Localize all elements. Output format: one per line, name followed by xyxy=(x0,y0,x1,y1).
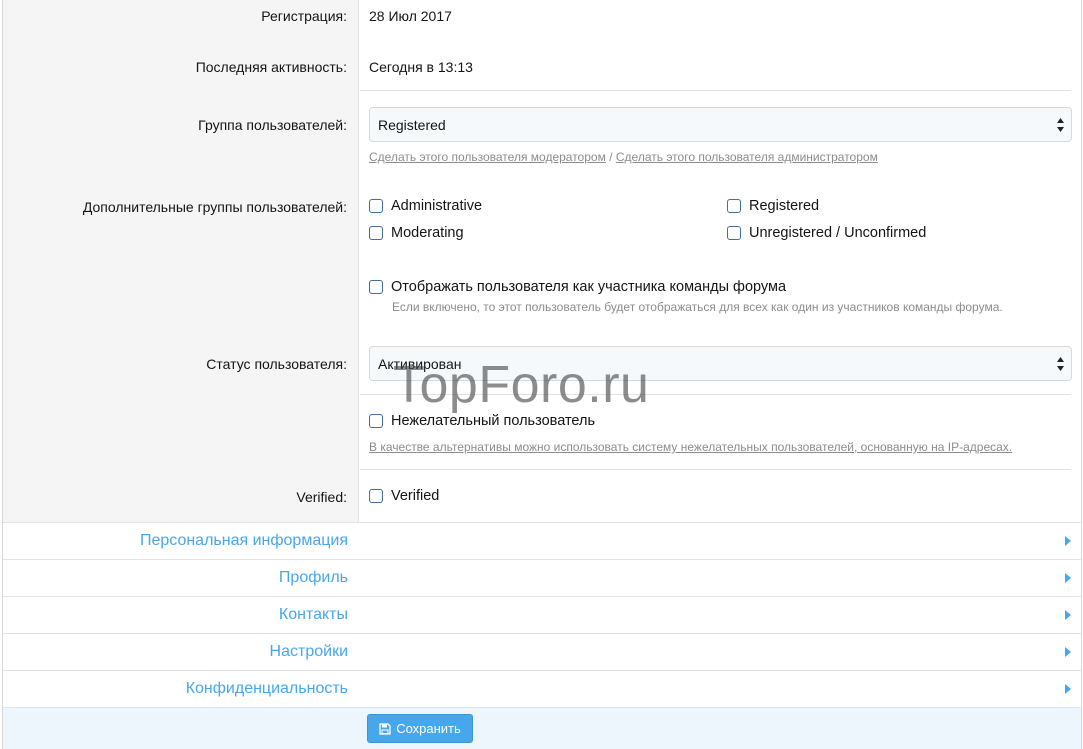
discouraged-note: В качестве альтернативы можно использова… xyxy=(369,440,1012,454)
discouraged-user-checkbox[interactable]: Нежелательный пользователь xyxy=(369,413,595,429)
checkbox-label: Administrative xyxy=(391,198,483,214)
divider xyxy=(360,90,1071,91)
staff-member-note: Если включено, то этот пользователь буде… xyxy=(392,300,1003,314)
section-settings[interactable]: Настройки xyxy=(3,633,1081,670)
verified-label: Verified: xyxy=(296,489,347,505)
chevron-right-icon xyxy=(1065,573,1071,583)
checkbox-box[interactable] xyxy=(369,489,383,503)
last-activity-label: Последняя активность: xyxy=(195,59,347,75)
save-button-label: Сохранить xyxy=(396,721,461,736)
make-admin-link[interactable]: Сделать этого пользователя администратор… xyxy=(616,150,878,164)
user-group-select[interactable]: Registered xyxy=(369,107,1072,142)
checkbox-label: Registered xyxy=(749,198,820,214)
save-icon xyxy=(379,722,391,735)
user-group-selected-value: Registered xyxy=(378,116,446,133)
user-group-label: Группа пользователей: xyxy=(198,117,347,133)
group-registered-checkbox[interactable]: Registered xyxy=(727,198,819,214)
verified-checkbox[interactable]: Verified xyxy=(369,488,439,504)
checkbox-box[interactable] xyxy=(369,226,383,240)
checkbox-box[interactable] xyxy=(369,280,383,294)
section-title: Конфиденциальность xyxy=(185,680,348,697)
group-administrative-checkbox[interactable]: Administrative xyxy=(369,198,482,214)
section-profile[interactable]: Профиль xyxy=(3,559,1081,596)
form-footer: Сохранить xyxy=(3,707,1081,749)
section-title: Профиль xyxy=(278,569,348,586)
ip-discouragement-link[interactable]: В качестве альтернативы можно использова… xyxy=(369,440,1012,454)
registration-value: 28 Июл 2017 xyxy=(369,8,452,24)
user-status-label: Статус пользователя: xyxy=(206,356,347,372)
watermark-text: TopForo.ru xyxy=(393,356,650,414)
registration-label: Регистрация: xyxy=(261,8,347,24)
checkbox-box[interactable] xyxy=(727,226,741,240)
section-personal-info[interactable]: Персональная информация xyxy=(3,522,1081,559)
user-group-links: Сделать этого пользователя модератором /… xyxy=(369,150,878,164)
make-moderator-link[interactable]: Сделать этого пользователя модератором xyxy=(369,150,606,164)
labels-column xyxy=(3,0,359,522)
divider xyxy=(360,469,1071,470)
section-contacts[interactable]: Контакты xyxy=(3,596,1081,633)
save-button[interactable]: Сохранить xyxy=(367,714,473,743)
select-arrows-icon xyxy=(1057,357,1064,371)
section-title: Настройки xyxy=(269,643,348,660)
chevron-right-icon xyxy=(1065,647,1071,657)
checkbox-label: Unregistered / Unconfirmed xyxy=(749,225,927,241)
checkbox-label: Moderating xyxy=(391,225,464,241)
section-privacy[interactable]: Конфиденциальность xyxy=(3,670,1081,707)
checkbox-label: Verified xyxy=(391,488,440,504)
checkbox-box[interactable] xyxy=(727,199,741,213)
group-unregistered-checkbox[interactable]: Unregistered / Unconfirmed xyxy=(727,225,926,241)
group-moderating-checkbox[interactable]: Moderating xyxy=(369,225,464,241)
links-separator: / xyxy=(609,150,613,164)
section-title: Персональная информация xyxy=(139,532,348,549)
checkbox-box[interactable] xyxy=(369,414,383,428)
chevron-right-icon xyxy=(1065,536,1071,546)
checkbox-box[interactable] xyxy=(369,199,383,213)
checkbox-label: Нежелательный пользователь xyxy=(391,413,596,429)
section-title: Контакты xyxy=(278,606,348,623)
additional-groups-label: Дополнительные группы пользователей: xyxy=(82,199,347,215)
chevron-right-icon xyxy=(1065,610,1071,620)
chevron-right-icon xyxy=(1065,684,1071,694)
checkbox-label: Отображать пользователя как участника ко… xyxy=(391,279,787,295)
staff-member-checkbox[interactable]: Отображать пользователя как участника ко… xyxy=(369,279,786,295)
last-activity-value: Сегодня в 13:13 xyxy=(369,59,473,75)
select-arrows-icon xyxy=(1057,118,1064,132)
